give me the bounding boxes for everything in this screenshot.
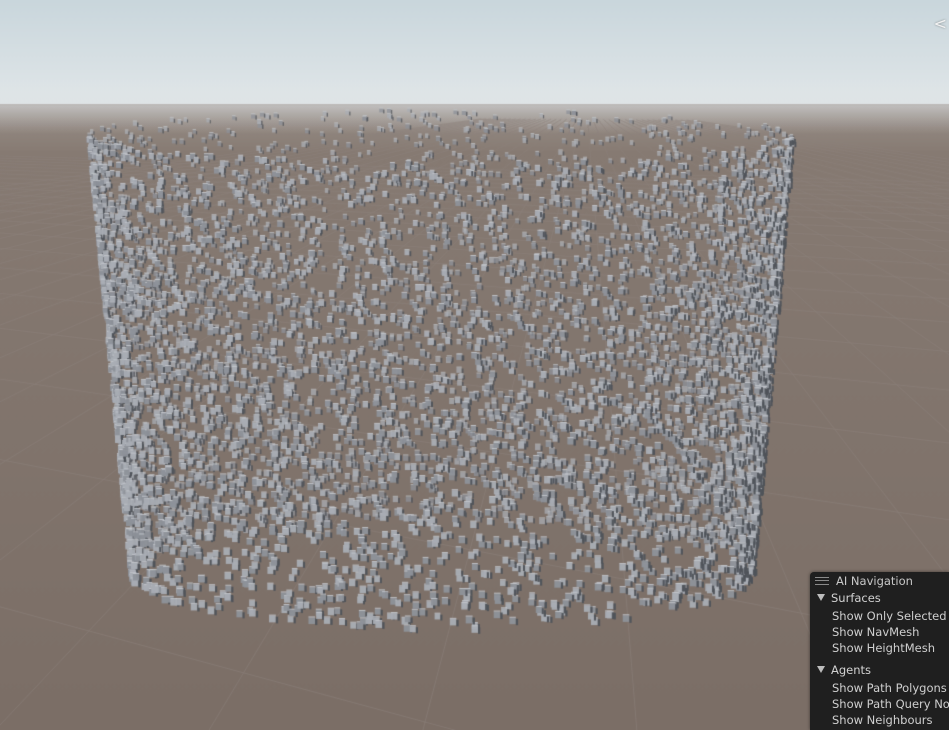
- surfaces-foldout[interactable]: Surfaces: [810, 589, 949, 606]
- option-label: Show Neighbours: [832, 713, 933, 727]
- show-navmesh-option[interactable]: Show NavMesh: [810, 624, 949, 640]
- chevron-down-icon[interactable]: [817, 594, 825, 601]
- option-label: Show HeightMesh: [832, 641, 935, 655]
- chevron-down-icon[interactable]: [817, 666, 825, 673]
- scene-orientation-gizmo-icon[interactable]: <: [934, 14, 947, 34]
- overlay-header[interactable]: AI Navigation: [810, 572, 949, 589]
- option-label: Show Path Polygons: [832, 681, 947, 695]
- ai-navigation-overlay: AI Navigation Surfaces Show Only Selecte…: [810, 572, 949, 730]
- show-path-polygons-option[interactable]: Show Path Polygons: [810, 680, 949, 696]
- overlay-title: AI Navigation: [836, 573, 913, 588]
- agents-label: Agents: [831, 662, 872, 677]
- agents-foldout[interactable]: Agents: [810, 661, 949, 678]
- drag-handle-icon[interactable]: [815, 576, 829, 585]
- show-neighbours-option[interactable]: Show Neighbours: [810, 712, 949, 728]
- surfaces-label: Surfaces: [831, 590, 881, 605]
- show-only-selected-option[interactable]: Show Only Selected: [810, 608, 949, 624]
- scene-viewport[interactable]: < AI Navigation Surfaces Show Only Selec…: [0, 0, 949, 730]
- scene-canvas[interactable]: [0, 0, 949, 730]
- show-path-query-nodes-option[interactable]: Show Path Query No: [810, 696, 949, 712]
- show-heightmesh-option[interactable]: Show HeightMesh: [810, 640, 949, 656]
- option-label: Show NavMesh: [832, 625, 920, 639]
- option-label: Show Only Selected: [832, 609, 947, 623]
- option-label: Show Path Query No: [832, 697, 949, 711]
